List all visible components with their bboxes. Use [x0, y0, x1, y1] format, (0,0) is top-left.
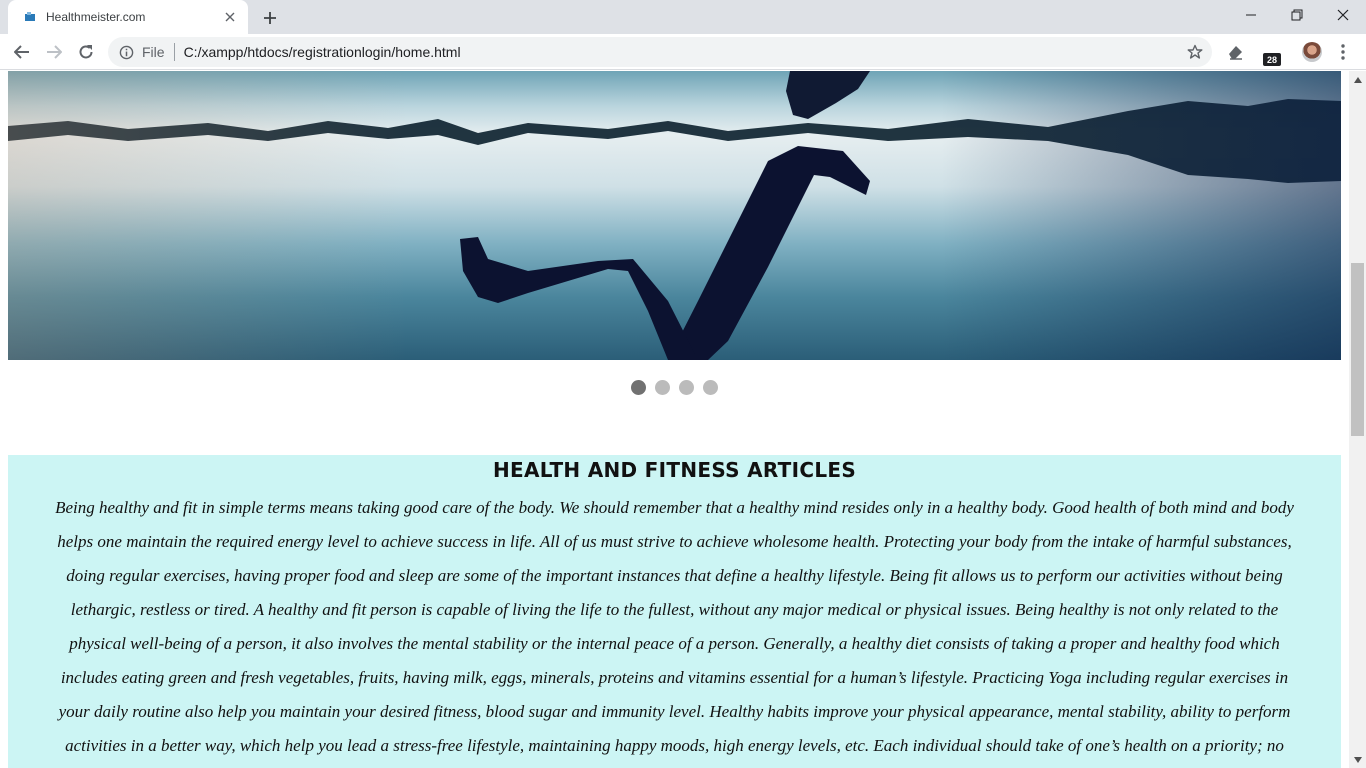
scroll-up-arrow-icon[interactable]	[1349, 71, 1366, 88]
avatar[interactable]	[1302, 42, 1322, 62]
tab-close-icon[interactable]	[222, 9, 238, 25]
tab-title: Healthmeister.com	[46, 10, 146, 24]
bookmark-star-icon[interactable]	[1186, 43, 1204, 61]
slider-dot[interactable]	[679, 380, 694, 395]
reload-button[interactable]	[72, 38, 100, 66]
tab-strip: Healthmeister.com	[0, 0, 1366, 34]
minimize-button[interactable]	[1228, 0, 1274, 30]
scrollbar-thumb[interactable]	[1351, 263, 1364, 436]
omnibox-divider	[173, 43, 175, 61]
url-text[interactable]: C:/xampp/htdocs/registrationlogin/home.h…	[184, 44, 461, 60]
menu-kebab-icon[interactable]	[1331, 40, 1355, 64]
articles-section: HEALTH AND FITNESS ARTICLES Being health…	[8, 455, 1341, 768]
address-bar[interactable]: File C:/xampp/htdocs/registrationlogin/h…	[108, 37, 1212, 67]
scroll-down-arrow-icon[interactable]	[1349, 751, 1366, 768]
extension-badge: 28	[1263, 53, 1281, 66]
restore-button[interactable]	[1274, 0, 1320, 30]
url-scheme-label: File	[142, 44, 165, 60]
page-scrollbar[interactable]	[1349, 71, 1366, 768]
hero-slide-image	[8, 71, 1341, 360]
site-info-icon[interactable]	[118, 44, 134, 60]
forward-button[interactable]	[40, 38, 68, 66]
browser-tab[interactable]: Healthmeister.com	[8, 0, 248, 34]
site-favicon-icon	[22, 9, 38, 25]
browser-toolbar: File C:/xampp/htdocs/registrationlogin/h…	[0, 34, 1366, 70]
page-viewport: HEALTH AND FITNESS ARTICLES Being health…	[0, 71, 1349, 768]
slider-dot[interactable]	[655, 380, 670, 395]
close-window-button[interactable]	[1320, 0, 1366, 30]
slider-dot[interactable]	[703, 380, 718, 395]
slider-dot[interactable]	[631, 380, 646, 395]
slider-indicators	[0, 380, 1349, 395]
back-button[interactable]	[8, 38, 36, 66]
articles-body: Being healthy and fit in simple terms me…	[55, 498, 1294, 755]
articles-heading: HEALTH AND FITNESS ARTICLES	[492, 458, 857, 482]
eraser-extension-icon[interactable]	[1223, 40, 1247, 64]
new-tab-button[interactable]	[258, 6, 282, 30]
